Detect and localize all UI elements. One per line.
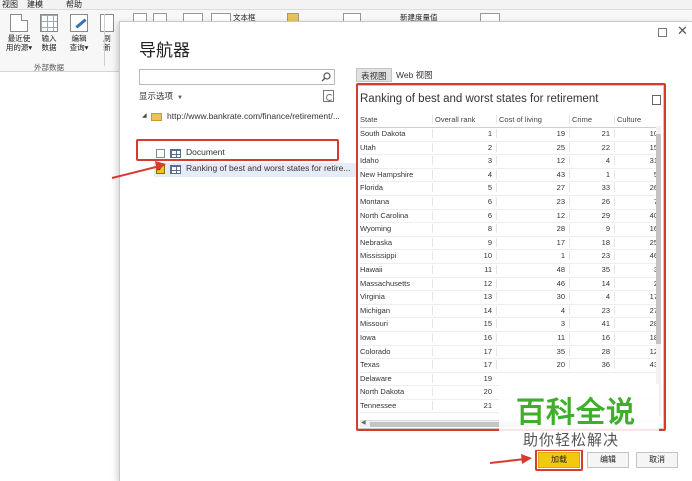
restore-icon[interactable] <box>658 28 667 37</box>
edit-queries-button[interactable]: 编辑 查询▾ <box>64 14 94 52</box>
menu-view[interactable]: 视图 <box>2 0 18 10</box>
watermark-subtitle: 助你轻松解决 <box>523 431 620 449</box>
display-options-label: 显示选项 <box>139 91 174 101</box>
menu-modeling[interactable]: 建模 <box>27 0 43 10</box>
edit-button[interactable]: 编辑 <box>587 452 629 468</box>
highlight-box-load <box>535 449 583 471</box>
ribbon-group-divider <box>104 14 105 66</box>
recent-sources-button[interactable]: 最近使 用的源▾ <box>4 14 34 52</box>
recent-sources-icon <box>10 14 28 32</box>
search-icon[interactable] <box>321 72 331 82</box>
refresh-button[interactable]: 刷 新 <box>96 14 118 52</box>
refresh-icon <box>100 14 114 32</box>
edit-queries-label: 编辑 查询▾ <box>69 34 89 52</box>
folder-icon <box>151 113 162 121</box>
watermark: 百科全说 助你轻松解决 <box>499 384 659 450</box>
highlight-box-tree-item <box>136 139 339 161</box>
cancel-button[interactable]: 取消 <box>636 452 678 468</box>
highlight-box-preview <box>356 83 666 431</box>
tab-web-view[interactable]: Web 视图 <box>392 68 437 82</box>
tree-item-ranking[interactable]: Ranking of best and worst states for ret… <box>154 163 366 177</box>
enter-data-button[interactable]: 输入 数据 <box>34 14 64 52</box>
tree-root-label: http://www.bankrate.com/finance/retireme… <box>167 111 340 121</box>
external-data-group-label: 外部数据 <box>34 63 64 72</box>
tree-item-label: Ranking of best and worst states for ret… <box>186 163 351 173</box>
menu-help[interactable]: 帮助 <box>66 0 82 10</box>
chevron-down-icon: ▼ <box>177 95 183 101</box>
collapse-arrow-icon[interactable]: ◢ <box>142 112 147 119</box>
ranking-checkbox[interactable] <box>156 163 165 174</box>
tab-table-view[interactable]: 表视图 <box>356 68 392 82</box>
dialog-title: 导航器 <box>139 41 190 61</box>
watermark-logo: 百科全说 <box>516 395 637 429</box>
navigator-dialog: 导航器 ✕ 显示选项 ▼ ◢ http://www.bankrate.com/fi… <box>119 21 692 481</box>
refresh-preview-icon[interactable] <box>323 90 334 102</box>
edit-queries-icon <box>70 14 88 32</box>
search-input[interactable] <box>139 69 335 85</box>
table-icon <box>170 165 181 174</box>
tree-root-node[interactable]: ◢ http://www.bankrate.com/finance/retire… <box>139 111 340 125</box>
app-menubar: 视图 建模 帮助 <box>0 0 692 10</box>
table-icon <box>40 14 58 32</box>
recent-sources-label: 最近使 用的源▾ <box>5 34 33 52</box>
enter-data-label: 输入 数据 <box>41 34 57 52</box>
display-options-dropdown[interactable]: 显示选项 ▼ <box>139 90 183 102</box>
close-icon[interactable]: ✕ <box>677 23 688 39</box>
